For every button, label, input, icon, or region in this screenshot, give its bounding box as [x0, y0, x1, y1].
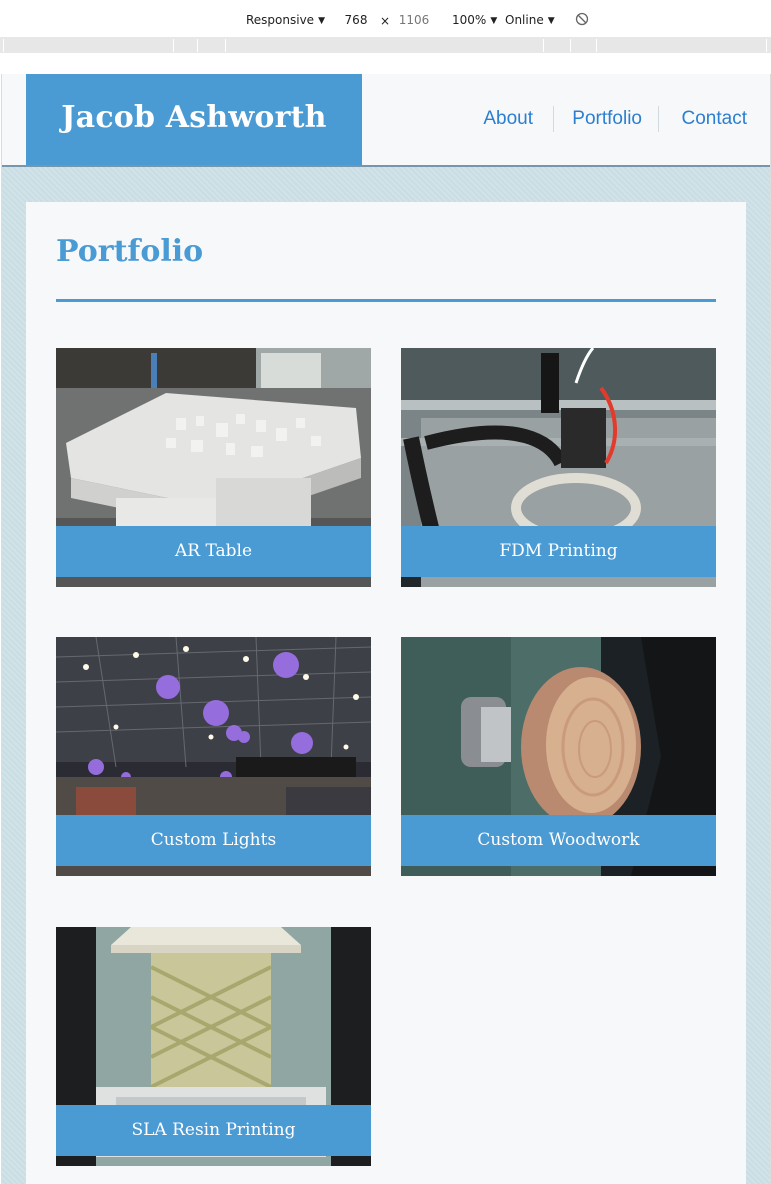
nav-divider	[553, 106, 554, 132]
project-title: Custom Woodwork	[401, 815, 716, 866]
nav-link-contact[interactable]: Contact	[682, 106, 747, 132]
site-header: Jacob Ashworth About Portfolio Contact	[2, 74, 770, 167]
project-card-sla-resin-printing[interactable]: SLA Resin Printing	[56, 927, 371, 1166]
portfolio-section: Portfolio AR Table FDM Printing Custom L…	[26, 202, 746, 1184]
project-card-ar-table[interactable]: AR Table	[56, 348, 371, 587]
project-title: FDM Printing	[401, 526, 716, 577]
page-title: Portfolio	[56, 234, 204, 269]
dimension-separator: ×	[380, 14, 391, 28]
page-viewport: Jacob Ashworth About Portfolio Contact P…	[1, 74, 771, 1184]
toolbar-spacer	[0, 53, 771, 74]
width-input[interactable]: 768	[336, 10, 376, 30]
project-title: AR Table	[56, 526, 371, 577]
title-divider	[56, 299, 716, 302]
chevron-down-icon: ▼	[490, 16, 498, 26]
zoom-select[interactable]: 100% ▼	[452, 12, 497, 29]
project-title: Custom Lights	[56, 815, 371, 866]
project-card-custom-lights[interactable]: Custom Lights	[56, 637, 371, 876]
rotate-disabled-icon[interactable]	[575, 12, 589, 30]
project-card-custom-woodwork[interactable]: Custom Woodwork	[401, 637, 716, 876]
zoom-label: 100%	[452, 13, 487, 27]
nav-link-portfolio[interactable]: Portfolio	[572, 106, 642, 132]
device-select[interactable]: Responsive ▼	[246, 12, 325, 29]
chevron-down-icon: ▼	[547, 16, 555, 26]
project-title: SLA Resin Printing	[56, 1105, 371, 1156]
throttle-label: Online	[505, 13, 544, 27]
height-input[interactable]: 1106	[394, 10, 434, 30]
brand-name: Jacob Ashworth	[61, 100, 327, 135]
brand-logo[interactable]: Jacob Ashworth	[26, 74, 362, 165]
chevron-down-icon: ▼	[318, 16, 325, 26]
devtools-toolbar: Responsive ▼ 768 × 1106 100% ▼ Online ▼	[0, 0, 771, 37]
nav-divider	[658, 106, 659, 132]
device-label: Responsive	[246, 13, 315, 27]
width-value: 768	[344, 13, 368, 27]
nav-link-about[interactable]: About	[483, 106, 533, 132]
height-value: 1106	[398, 13, 430, 27]
media-query-ruler[interactable]	[0, 36, 771, 53]
throttle-select[interactable]: Online ▼	[505, 12, 555, 29]
project-card-fdm-printing[interactable]: FDM Printing	[401, 348, 716, 587]
